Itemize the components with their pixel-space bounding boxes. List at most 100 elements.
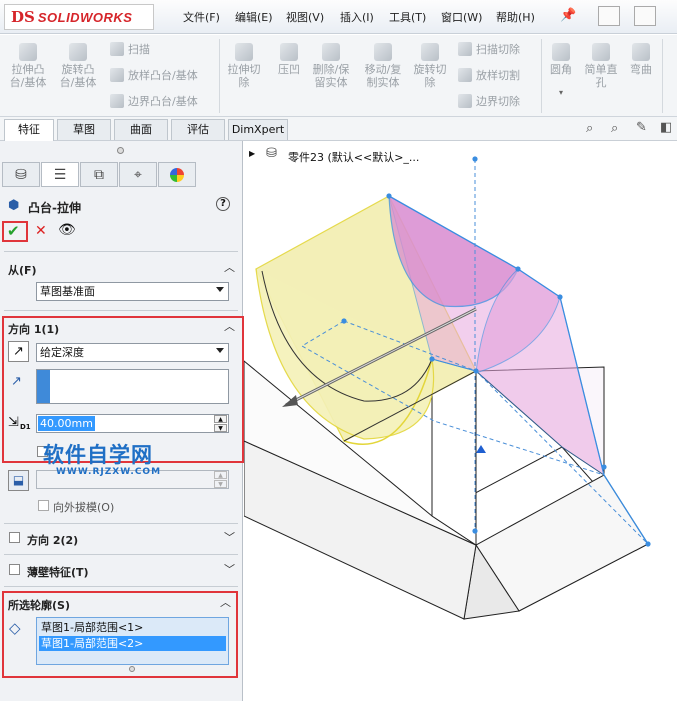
loft-button[interactable]: 放样凸台/基体 [110, 67, 198, 83]
cancel-x-icon[interactable]: ✕ [35, 223, 47, 239]
property-manager: ⛁ ☰ ⧉ ⌖ ⬢ 凸台-拉伸 ? ✔ ✕ 👁 从(F) ︿ 草图基准面 方向 … [0, 141, 244, 701]
new-document-icon[interactable] [598, 6, 620, 26]
collapse-chevron-icon[interactable]: ︿ [224, 259, 235, 275]
dimxpert-manager-tab[interactable]: ⌖ [119, 162, 157, 187]
loft-icon [110, 68, 124, 82]
tab-dimxpert[interactable]: DimXpert [228, 119, 288, 140]
list-item[interactable]: 草图1-局部范围<2> [39, 636, 226, 651]
tab-evaluate[interactable]: 评估 [171, 119, 225, 140]
boundary-boss-button[interactable]: 边界凸台/基体 [110, 93, 198, 109]
solidworks-logo[interactable]: DS SOLIDWORKS [4, 4, 154, 30]
list-resize-handle[interactable] [129, 666, 135, 672]
sketch-point[interactable] [472, 156, 478, 162]
contours-list[interactable]: 草图1-局部范围<1> 草图1-局部范围<2> [36, 617, 229, 665]
list-item[interactable]: 草图1-局部范围<1> [39, 620, 226, 635]
lofted-cut-icon [458, 68, 472, 82]
revolve-cut-button[interactable]: 旋转切 除 [410, 43, 450, 89]
spin-up-icon[interactable]: ▲ [214, 415, 227, 423]
menu-file[interactable]: 文件(F) [183, 9, 220, 25]
sketch-point[interactable] [473, 368, 479, 374]
draft-icon[interactable]: ⬓ [8, 470, 29, 491]
depth-input[interactable]: 40.00mm ▲ ▼ [36, 414, 229, 433]
boundary-cut-button[interactable]: 边界切除 [458, 93, 520, 109]
from-select[interactable]: 草图基准面 [36, 282, 229, 301]
sketch-point[interactable] [472, 528, 478, 534]
sweep-button[interactable]: 扫描 [110, 41, 150, 57]
property-manager-tab[interactable]: ☰ [41, 162, 79, 187]
sketch-point[interactable] [557, 294, 563, 300]
fillet-button[interactable]: 圆角 ▾ [546, 43, 576, 99]
pin-icon[interactable]: 📌 [560, 8, 576, 23]
extrude-cut-button[interactable]: 拉伸切 除 [224, 43, 264, 89]
logo-text: SOLIDWORKS [37, 9, 133, 25]
draft-outward-checkbox[interactable] [38, 500, 49, 511]
tab-features[interactable]: 特征 [4, 119, 54, 141]
panel-splitter-handle[interactable] [117, 147, 124, 154]
color-wheel-icon [170, 167, 184, 182]
tab-sketch[interactable]: 草图 [57, 119, 111, 140]
menu-help[interactable]: 帮助(H) [496, 9, 535, 25]
revolve-boss-button[interactable]: 旋转凸 台/基体 [58, 43, 98, 89]
end-condition-select[interactable]: 给定深度 [36, 343, 229, 362]
feature-tree-icon: ⛁ [15, 166, 27, 183]
previous-view-icon[interactable]: ✎ [636, 120, 647, 135]
spin-up-icon[interactable]: ▲ [214, 471, 227, 479]
sketch-point[interactable] [386, 193, 392, 199]
feature-manager-tab[interactable]: ⛁ [2, 162, 40, 187]
fillet-label: 圆角 [550, 63, 572, 76]
delete-keep-body-button[interactable]: 删除/保 留实体 [308, 43, 354, 89]
reverse-direction-icon[interactable]: ↗ [8, 341, 29, 362]
move-copy-body-button[interactable]: 移动/复 制实体 [360, 43, 406, 89]
extrude-boss-button[interactable]: 拉伸凸 台/基体 [8, 43, 48, 89]
expand-chevron-icon[interactable]: ﹀ [224, 561, 235, 577]
spin-down-icon[interactable]: ▼ [214, 480, 227, 488]
sketch-point[interactable] [429, 356, 435, 362]
sketch-point[interactable] [341, 318, 347, 324]
sketch-point[interactable] [515, 266, 521, 272]
open-document-icon[interactable] [634, 6, 656, 26]
menu-window[interactable]: 窗口(W) [441, 9, 482, 25]
indent-button[interactable]: 压凹 [272, 43, 306, 76]
swept-cut-button[interactable]: 扫描切除 [458, 41, 520, 57]
wrap-button[interactable]: 弯曲 [626, 43, 656, 76]
indent-label: 压凹 [278, 63, 300, 76]
sweep-icon [110, 42, 124, 56]
ribbon-separator [219, 39, 220, 113]
contours-section-label: 所选轮廓(S) [8, 599, 70, 612]
fillet-dropdown-icon[interactable]: ▾ [546, 86, 576, 99]
crosshair-icon: ⌖ [134, 166, 142, 183]
thin-feature-section-label: 薄壁特征(T) [27, 566, 89, 579]
collapse-chevron-icon[interactable]: ︿ [224, 318, 235, 334]
tab-surfaces[interactable]: 曲面 [114, 119, 168, 140]
menu-view[interactable]: 视图(V) [286, 9, 324, 25]
from-select-value: 草图基准面 [40, 285, 95, 298]
property-list-icon: ☰ [53, 166, 67, 183]
simple-hole-button[interactable]: 简单直 孔 [580, 43, 622, 89]
preview-eye-icon[interactable]: 👁 [58, 222, 76, 238]
thin-feature-checkbox[interactable] [9, 564, 20, 575]
swept-cut-label: 扫描切除 [476, 43, 520, 56]
sketch-point[interactable] [645, 541, 651, 547]
expand-chevron-icon[interactable]: ﹀ [224, 529, 235, 545]
menu-insert[interactable]: 插入(I) [340, 9, 374, 25]
spin-down-icon[interactable]: ▼ [214, 424, 227, 432]
sweep-label: 扫描 [128, 43, 150, 56]
section-view-icon[interactable]: ◧ [660, 120, 672, 135]
collapse-chevron-icon[interactable]: ︿ [220, 594, 231, 610]
menu-edit[interactable]: 编辑(E) [235, 9, 273, 25]
configuration-manager-tab[interactable]: ⧉ [80, 162, 118, 187]
zoom-to-fit-icon[interactable]: ⌕ [586, 121, 593, 136]
zoom-to-area-icon[interactable]: ⌕ [611, 121, 618, 136]
ok-checkmark-icon[interactable]: ✔ [7, 222, 20, 240]
solidworks-window: DS SOLIDWORKS 文件(F) 编辑(E) 视图(V) 插入(I) 工具… [0, 0, 677, 701]
part-model-3d[interactable] [244, 141, 677, 701]
graphics-viewport[interactable]: ▶ ⛁ 零件23 (默认<<默认>_... [244, 141, 677, 701]
sketch-point[interactable] [601, 464, 607, 470]
lofted-cut-button[interactable]: 放样切割 [458, 67, 520, 83]
direction2-checkbox[interactable] [9, 532, 20, 543]
extrude-boss-icon [19, 43, 37, 61]
direction-vector-field[interactable] [36, 369, 229, 404]
display-manager-tab[interactable] [158, 162, 196, 187]
menu-tools[interactable]: 工具(T) [389, 9, 426, 25]
help-icon[interactable]: ? [216, 197, 230, 211]
